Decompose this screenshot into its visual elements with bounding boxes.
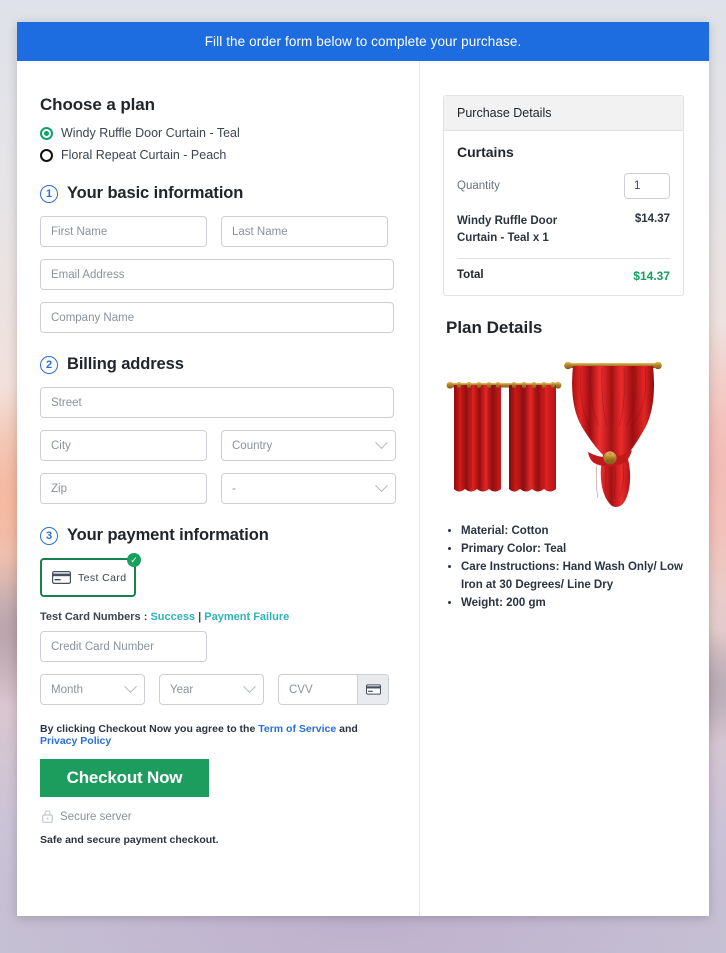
- credit-card-number-input[interactable]: Credit Card Number: [40, 631, 207, 662]
- checkout-now-button[interactable]: Checkout Now: [40, 759, 209, 797]
- product-name: Curtains: [457, 144, 514, 160]
- secure-server-label: Secure server: [60, 810, 132, 823]
- step-1-title: Your basic information: [67, 184, 244, 202]
- cvv-input[interactable]: CVV: [279, 675, 357, 704]
- secure-server-row: Secure server: [42, 810, 394, 823]
- email-input[interactable]: Email Address: [40, 259, 394, 290]
- product-specs-list: Material: Cotton Primary Color: Teal Car…: [461, 523, 684, 612]
- link-separator: |: [195, 611, 205, 623]
- test-card-numbers-row: Test Card Numbers : Success | Payment Fa…: [40, 611, 394, 623]
- lock-icon: [42, 810, 53, 823]
- test-card-label: Test Card: [78, 571, 127, 584]
- purchase-details-body: Curtains Quantity 1 Windy Ruffle Door Cu…: [444, 131, 683, 295]
- email-field-row: Email Address: [40, 259, 394, 290]
- privacy-policy-link[interactable]: Privacy Policy: [40, 735, 111, 747]
- chevron-down-icon: [375, 436, 388, 450]
- banner-text: Fill the order form below to complete yo…: [204, 34, 522, 49]
- country-select[interactable]: Country: [221, 430, 396, 461]
- divider: [457, 258, 670, 260]
- total-value: $14.37: [633, 269, 670, 284]
- step-2-header: 2 Billing address: [40, 355, 394, 374]
- zip-state-row: Zip -: [40, 473, 396, 504]
- list-item: Care Instructions: Hand Wash Only/ Low I…: [461, 559, 684, 595]
- card-body: Choose a plan Windy Ruffle Door Curtain …: [17, 61, 709, 916]
- expiry-cvv-row: Month Year CVV: [40, 674, 394, 705]
- street-field-row: Street: [40, 387, 394, 418]
- cvv-field[interactable]: CVV: [278, 674, 389, 705]
- chevron-down-icon: [124, 680, 137, 694]
- choose-plan-heading: Choose a plan: [40, 95, 155, 114]
- radio-unselected-icon[interactable]: [40, 148, 53, 162]
- safe-checkout-note: Safe and secure payment checkout.: [40, 834, 219, 846]
- state-select-value: -: [232, 482, 236, 495]
- city-input[interactable]: City: [40, 430, 207, 461]
- street-input[interactable]: Street: [40, 387, 394, 418]
- test-card-method-option[interactable]: Test Card ✓: [40, 553, 141, 597]
- country-select-value: Country: [232, 439, 273, 452]
- step-3-title: Your payment information: [67, 526, 269, 544]
- agreement-prefix: By clicking Checkout Now you agree to th…: [40, 723, 259, 735]
- plan-option-label: Windy Ruffle Door Curtain - Teal: [61, 126, 240, 140]
- first-name-input[interactable]: First Name: [40, 216, 207, 247]
- expiry-month-select[interactable]: Month: [40, 674, 145, 705]
- list-item: Material: Cotton: [461, 523, 684, 541]
- line-item-name: Windy Ruffle Door Curtain - Teal x 1: [457, 215, 558, 244]
- quantity-row: Quantity 1: [457, 173, 670, 199]
- name-field-row: First Name Last Name: [40, 216, 394, 247]
- plan-option-label: Floral Repeat Curtain - Peach: [61, 148, 227, 162]
- quantity-input[interactable]: 1: [624, 173, 670, 199]
- total-row: Total $14.37: [457, 269, 670, 283]
- terms-agreement-text: By clicking Checkout Now you agree to th…: [40, 723, 394, 747]
- expiry-month-value: Month: [51, 683, 83, 696]
- order-form-column: Choose a plan Windy Ruffle Door Curtain …: [17, 61, 420, 916]
- step-1-number: 1: [40, 184, 58, 203]
- chevron-down-icon: [243, 680, 256, 694]
- plan-option-windy-ruffle[interactable]: Windy Ruffle Door Curtain - Teal: [40, 126, 394, 140]
- quantity-label: Quantity: [457, 180, 500, 192]
- list-item: Primary Color: Teal: [461, 541, 684, 559]
- step-1-header: 1 Your basic information: [40, 184, 394, 203]
- radio-selected-icon[interactable]: [40, 126, 53, 140]
- success-card-link[interactable]: Success: [150, 611, 195, 623]
- line-item-price: $14.37: [634, 213, 670, 225]
- agreement-mid: and: [336, 723, 358, 735]
- state-select[interactable]: -: [221, 473, 396, 504]
- check-circle-icon: ✓: [127, 553, 141, 567]
- summary-column: Purchase Details Curtains Quantity 1 Win…: [420, 61, 709, 916]
- purchase-details-header: Purchase Details: [444, 96, 683, 131]
- payment-failure-card-link[interactable]: Payment Failure: [204, 611, 289, 623]
- expiry-year-value: Year: [170, 683, 194, 696]
- total-label: Total: [457, 269, 484, 282]
- credit-card-icon: [52, 571, 71, 584]
- test-card-numbers-label: Test Card Numbers :: [40, 611, 151, 623]
- company-name-input[interactable]: Company Name: [40, 302, 394, 333]
- plan-option-floral-repeat[interactable]: Floral Repeat Curtain - Peach: [40, 148, 394, 162]
- company-field-row: Company Name: [40, 302, 394, 333]
- city-country-row: City Country: [40, 430, 396, 461]
- last-name-input[interactable]: Last Name: [221, 216, 388, 247]
- step-2-title: Billing address: [67, 355, 184, 373]
- purchase-details-box: Purchase Details Curtains Quantity 1 Win…: [443, 95, 684, 297]
- page-banner: Fill the order form below to complete yo…: [17, 22, 709, 61]
- card-number-row: Credit Card Number: [40, 631, 394, 662]
- checkout-card: Fill the order form below to complete yo…: [17, 22, 709, 916]
- chevron-down-icon: [375, 479, 388, 493]
- plan-details-title: Plan Details: [446, 318, 543, 338]
- terms-of-service-link[interactable]: Term of Service: [258, 723, 336, 735]
- line-item-row: Windy Ruffle Door Curtain - Teal x 1 $14…: [457, 213, 670, 246]
- step-2-number: 2: [40, 355, 58, 374]
- expiry-year-select[interactable]: Year: [159, 674, 264, 705]
- cvv-card-icon: [357, 675, 388, 704]
- step-3-number: 3: [40, 526, 58, 545]
- list-item: Weight: 200 gm: [461, 595, 684, 613]
- curtain-product-image: [445, 352, 684, 517]
- zip-input[interactable]: Zip: [40, 473, 207, 504]
- step-3-header: 3 Your payment information: [40, 526, 394, 545]
